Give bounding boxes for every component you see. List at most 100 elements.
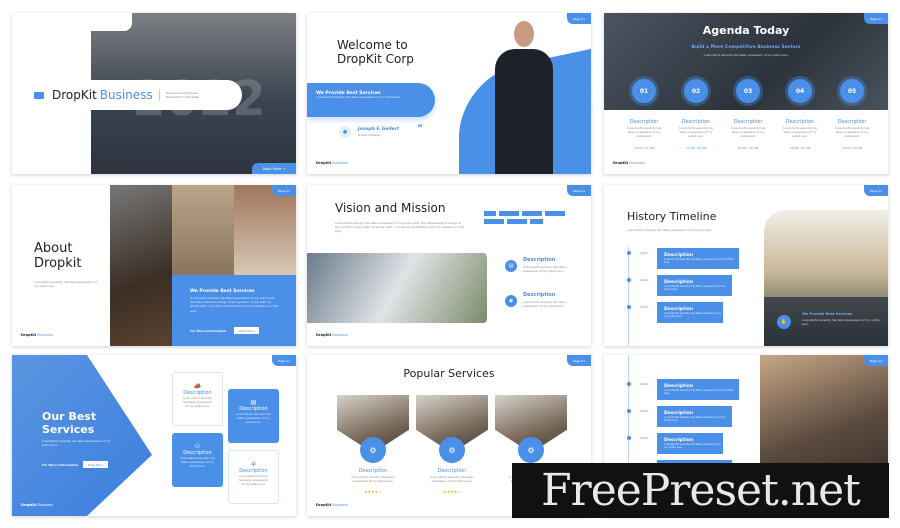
service-card[interactable]: ⚇ Description A wonderful serenity has tak… [172, 433, 223, 487]
timeline-dot [626, 382, 631, 386]
box-text: A wonderful serenity has taken possessio… [190, 296, 278, 313]
timeline-year: 2020 [640, 409, 648, 413]
info-label: For More Information [42, 463, 79, 467]
agenda-description: Description [837, 119, 867, 125]
tag[interactable] [484, 219, 504, 224]
timeline-line [628, 247, 629, 346]
agenda-number: 03 [736, 79, 760, 103]
divider [158, 89, 160, 101]
timeline-dot [626, 305, 631, 309]
page-tag: Page 01 [864, 13, 888, 24]
person-name: Joseph F. Gellert [358, 127, 400, 132]
timeline-dot [626, 436, 631, 440]
agenda-text: A wonderful serenity has taken possessio… [834, 126, 870, 139]
timeline-box: Description A wonderful serenity has tak… [657, 248, 739, 269]
slide-title: Our Best Services [42, 410, 97, 437]
service-text: A wonderful serenity has taken possessio… [430, 475, 474, 484]
star-icon: ★ [378, 489, 382, 494]
agenda-time: 12 PM - 01 AM [789, 146, 811, 150]
service-title: Description [437, 468, 467, 474]
slide-text: A wonderful serenity has taken possessio… [42, 439, 111, 448]
overlay-title: We Provide Best Services [802, 312, 853, 316]
tag[interactable] [499, 211, 519, 216]
slide-history[interactable]: History Timeline A wonderful serenity ha… [604, 185, 888, 346]
tag[interactable] [522, 211, 542, 216]
box-title: We Provide Best Services [190, 289, 255, 294]
team-photo-3 [234, 185, 296, 275]
briefcase-icon [34, 91, 44, 99]
agenda-description: Description [733, 119, 763, 125]
agenda-number: 05 [840, 79, 864, 103]
service-icon: ▤ [505, 260, 517, 272]
timeline-box: Description A wonderful serenity has tak… [657, 275, 732, 296]
slide-text: A wonderful serenity has taken possessio… [703, 53, 789, 57]
star-rating: ★★★★★ [337, 489, 409, 494]
tag[interactable] [507, 219, 527, 224]
service-icon: ⚙ [439, 437, 465, 463]
agenda-description: Description [785, 119, 815, 125]
service-icon: ◉ [505, 295, 517, 307]
read-more-button[interactable]: Read More [234, 327, 259, 334]
agenda-text: A wonderful serenity has taken possessio… [782, 126, 818, 139]
timeline-dot [626, 409, 631, 413]
timeline-year: 2018 [640, 382, 648, 386]
read-more-button[interactable]: Read More → [252, 163, 296, 174]
slide-text: A wonderful serenity has taken possessio… [627, 228, 713, 232]
person-role: Project Manager [358, 133, 381, 137]
agenda-description: Description [629, 119, 659, 125]
agenda-number: 01 [632, 79, 656, 103]
tag[interactable] [530, 219, 543, 224]
slide-vision[interactable]: Page 01 Vision and Mission A wonderful s… [307, 185, 591, 346]
page-tag: Page 01 [272, 355, 296, 366]
page-tag: Page 01 [864, 185, 888, 196]
read-more-button[interactable]: Read More [83, 461, 108, 468]
slide-subtitle: Build a More Competitive Business Sector… [691, 45, 801, 50]
service-title: Description [358, 468, 388, 474]
star-icon: ★ [457, 489, 461, 494]
agenda-number: 04 [788, 79, 812, 103]
watermark: FreePreset.net [512, 463, 889, 518]
brand-suffix: Business [99, 88, 153, 102]
timeline-box: Description A wonderful serenity has tak… [657, 433, 723, 454]
slide-text: A wonderful serenity has taken possessio… [335, 221, 464, 234]
agenda-text: A wonderful serenity has taken possessio… [678, 126, 714, 139]
page-tag: Page 01 [567, 13, 591, 24]
megaphone-icon: 📣 [193, 383, 202, 390]
star-rating: ★★★★★ [416, 489, 488, 494]
server-icon: ▤ [250, 399, 257, 406]
service-card[interactable]: ▤ Description A wonderful serenity has tak… [228, 389, 279, 443]
tag[interactable] [484, 211, 496, 216]
slide-title: Agenda Today [702, 24, 790, 37]
service-card[interactable]: ✲ Description A wonderful serenity has tak… [228, 450, 279, 504]
timeline-year: 2022 [640, 436, 648, 440]
slide-welcome[interactable]: Page 01 Welcome to DropKit Corp We Provi… [307, 13, 591, 174]
pill-text: A wonderful serenity has taken possessio… [316, 95, 402, 99]
service-text: A wonderful serenity has taken possessio… [351, 475, 395, 484]
service-card[interactable]: 📣 Description A wonderful serenity has tak… [172, 372, 223, 426]
slide-about[interactable]: About Dropkit A wonderful serenity has t… [12, 185, 296, 346]
timeline-dot [626, 251, 631, 255]
info-label: For More Information [190, 329, 227, 333]
footer-brand: DropKit Business [316, 161, 348, 165]
man-photo [495, 49, 553, 174]
quote-icon: ” [417, 124, 423, 134]
slide-cover[interactable]: 2022 DropKit Business Professional Busin… [12, 13, 296, 174]
page-tag: Page 01 [272, 185, 296, 196]
description-title: Description [523, 292, 556, 298]
page-tag: Page 01 [864, 355, 888, 366]
slide-title: Popular Services [403, 367, 495, 380]
agenda-time: 12 PM - 09 AM [841, 146, 863, 150]
meeting-photo [307, 253, 487, 323]
slide-title: Vision and Mission [335, 201, 446, 215]
slide-title: Welcome to DropKit Corp [337, 38, 414, 66]
page-tag: Page 01 [567, 355, 591, 366]
timeline-box: Description A wonderful serenity has tak… [657, 406, 732, 427]
agenda-time: 03 PM - 12 AM [737, 146, 759, 150]
slide-agenda[interactable]: Page 01 Agenda Today Build a More Compet… [604, 13, 888, 174]
timeline-year: 2016 [640, 305, 648, 309]
timeline-box: Description A wonderful serenity has tak… [657, 302, 723, 323]
slide-our-services[interactable]: Our Best Services A wonderful serenity h… [12, 355, 296, 516]
title-pill: DropKit Business Professional Business P… [26, 80, 242, 110]
tag[interactable] [545, 211, 565, 216]
man-head [514, 21, 534, 47]
